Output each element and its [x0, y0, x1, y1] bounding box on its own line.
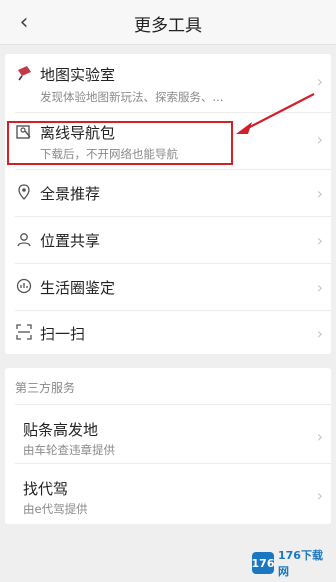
navbar: ‹ 更多工具 — [0, 0, 336, 45]
list-item-label: 扫一扫 — [40, 325, 86, 343]
list-item-label: 贴条高发地 — [23, 421, 99, 439]
page-title: 更多工具 — [134, 16, 202, 36]
watermark-logo: 176 176下载网 — [252, 549, 330, 578]
chevron-right-icon: › — [316, 278, 323, 297]
list-item-label: 位置共享 — [40, 232, 101, 250]
list-item-label: 找代驾 — [23, 480, 69, 498]
list-item-label: 生活圈鉴定 — [40, 279, 116, 297]
list-item-subtitle: 发现体验地图新玩法、探索服务、... — [40, 90, 224, 104]
list-item-ticket-hotspot[interactable]: 贴条高发地 由车轮查违章提供 › — [5, 405, 331, 463]
watermark-badge: 176 — [252, 552, 274, 574]
list-item-scan[interactable]: 扫一扫 › — [5, 311, 331, 354]
chevron-right-icon: › — [316, 486, 323, 505]
highlight-box — [7, 121, 233, 165]
watermark-text: 176下载网 — [278, 549, 323, 578]
pin-icon — [15, 183, 33, 201]
list-item-lifestyle[interactable]: 生活圈鉴定 › — [5, 264, 331, 310]
list-item-subtitle: 由车轮查违章提供 — [23, 443, 115, 457]
chevron-right-icon: › — [316, 231, 323, 250]
share-location-icon — [15, 230, 33, 248]
chevron-right-icon: › — [316, 184, 323, 203]
lifestyle-icon — [15, 277, 33, 295]
list-item-label: 全景推荐 — [40, 185, 101, 203]
list-item-designated-driver[interactable]: 找代驾 由e代驾提供 › — [5, 464, 331, 522]
third-party-list: 第三方服务 贴条高发地 由车轮查违章提供 › 找代驾 由e代驾提供 › — [5, 368, 331, 524]
chevron-right-icon: › — [316, 324, 323, 343]
chevron-right-icon: › — [316, 427, 323, 446]
list-item-location-share[interactable]: 位置共享 › — [5, 217, 331, 263]
scan-icon — [15, 323, 33, 341]
section-title: 第三方服务 — [15, 381, 76, 395]
list-item-panorama[interactable]: 全景推荐 › — [5, 170, 331, 216]
flask-icon — [15, 64, 33, 82]
list-item-label: 地图实验室 — [40, 66, 116, 84]
list-item-subtitle: 由e代驾提供 — [23, 502, 88, 516]
arrow-annotation-icon — [236, 93, 315, 134]
